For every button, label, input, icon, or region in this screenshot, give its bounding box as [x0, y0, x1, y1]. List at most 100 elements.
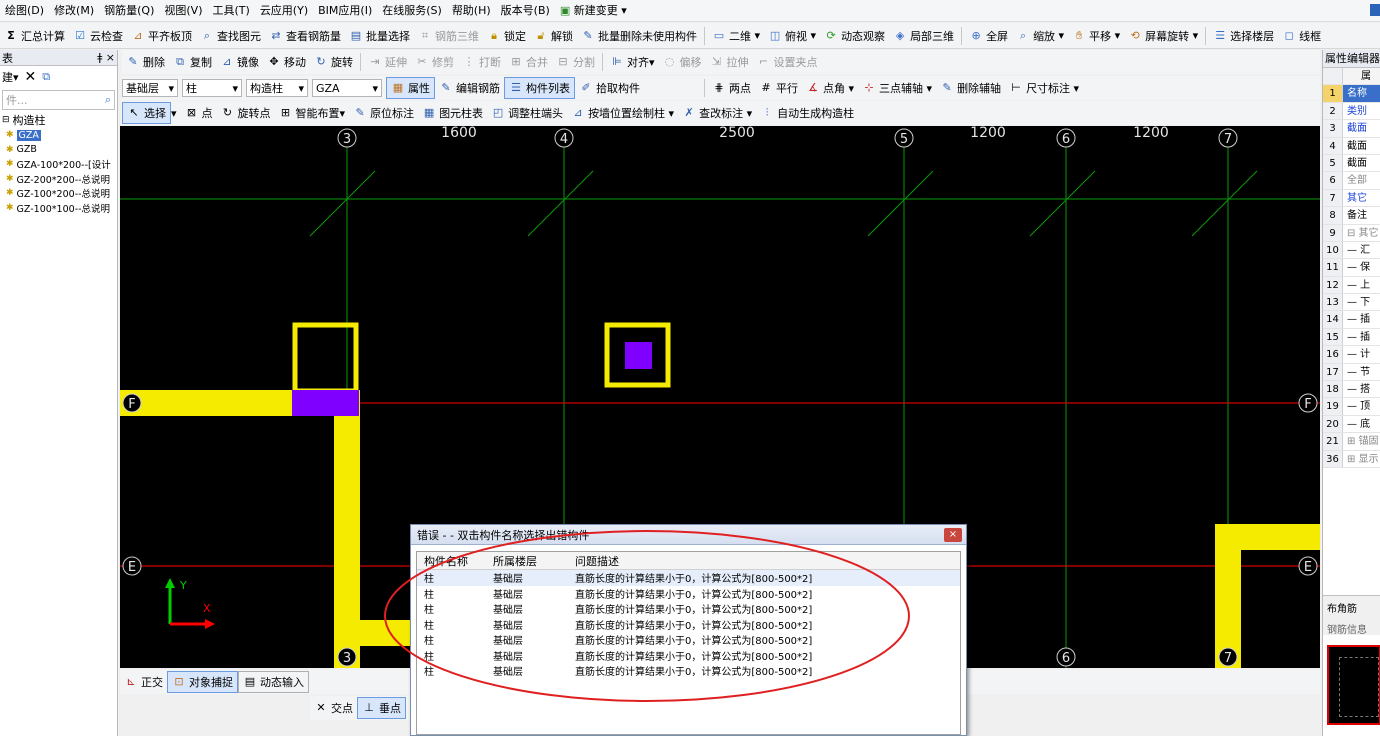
property-row[interactable]: 19— 顶 [1323, 398, 1380, 416]
screen-rotate-button[interactable]: ⟲ 屏幕旋转 ▾ [1124, 25, 1202, 47]
extend-button[interactable]: ⇥ 延伸 [364, 51, 411, 73]
check-label-button[interactable]: ✗ 查改标注 ▾ [678, 102, 756, 124]
property-row[interactable]: 5 截面 [1323, 154, 1380, 173]
menu-cloud[interactable]: 云应用(Y) [255, 0, 313, 21]
component-search-input[interactable]: 件... ⌕ [2, 90, 115, 110]
delete-axis-button[interactable]: ✎ 删除辅轴 [936, 77, 1005, 99]
zoom-button[interactable]: ⌕ 缩放 ▾ [1012, 25, 1068, 47]
tree-item-gza[interactable]: ✱ GZA [0, 128, 117, 143]
smart-layout-button[interactable]: ⊞ 智能布置 ▾ [275, 102, 350, 124]
tree-item[interactable]: ✱ GZ-200*200--总说明 [0, 172, 117, 187]
dynamic-orbit-button[interactable]: ⟳ 动态观察 [820, 25, 889, 47]
mirror-button[interactable]: ⊿ 镜像 [216, 51, 263, 73]
property-row[interactable]: 8 备注 [1323, 207, 1380, 225]
corner-rebar-tab[interactable]: 布角筋 [1323, 596, 1380, 615]
select-button[interactable]: ↖ 选择 [122, 102, 171, 124]
lock-button[interactable]: 🔒︎ 锁定 [483, 25, 530, 47]
component-select[interactable]: GZA ▾ [312, 79, 382, 97]
property-row[interactable]: 4 截面 [1323, 137, 1380, 155]
menu-tools[interactable]: 工具(T) [208, 0, 255, 21]
floor-select[interactable]: 基础层 ▾ [122, 79, 178, 97]
in-place-label-button[interactable]: ✎ 原位标注 [349, 102, 418, 124]
tree-root[interactable]: ⊟ 构造柱 [0, 112, 117, 128]
select-floor-button[interactable]: ☰ 选择楼层 [1209, 25, 1278, 47]
sum-calc-button[interactable]: Σ 汇总计算 [0, 25, 69, 47]
rebar-3d-button[interactable]: ⌗ 钢筋三维 [414, 25, 483, 47]
column-table-button[interactable]: ▦ 图元柱表 [418, 102, 487, 124]
copy-button[interactable]: ⧉ 复制 [169, 51, 216, 73]
menu-view[interactable]: 视图(V) [159, 0, 207, 21]
intersection-snap[interactable]: ✕ 交点 [310, 697, 357, 719]
parallel-button[interactable]: # 平行 [755, 77, 802, 99]
adjust-column-end-button[interactable]: ◰ 调整柱端头 [487, 102, 567, 124]
set-grip-button[interactable]: ⌐ 设置夹点 [753, 51, 822, 73]
fullscreen-button[interactable]: ⊕ 全屏 [965, 25, 1012, 47]
property-row[interactable]: 20— 底 [1323, 415, 1380, 434]
tree-item[interactable]: ✱ GZA-100*200--[设计 [0, 157, 117, 172]
chevron-down-icon[interactable]: ▾ [171, 107, 177, 120]
property-row[interactable]: 2 类别 [1323, 102, 1380, 121]
rotate-button[interactable]: ↻ 旋转 [310, 51, 357, 73]
copy-icon[interactable]: ⧉ [42, 70, 50, 84]
tree-item[interactable]: ✱ GZ-100*200--总说明 [0, 186, 117, 201]
auto-generate-column-button[interactable]: ⫶ 自动生成构造柱 [756, 102, 858, 124]
menu-online[interactable]: 在线服务(S) [377, 0, 447, 21]
move-button[interactable]: ✥ 移动 [263, 51, 310, 73]
view-2d-button[interactable]: ▭ 二维 ▾ [708, 25, 764, 47]
property-row[interactable]: 10— 汇 [1323, 241, 1380, 260]
two-point-button[interactable]: ⋕ 两点 [708, 77, 755, 99]
property-row[interactable]: 18— 搭 [1323, 381, 1380, 399]
wireframe-button[interactable]: ◻ 线框 [1278, 25, 1325, 47]
wall-segment[interactable] [1215, 524, 1241, 668]
align-slab-top-button[interactable]: ⊿ 平齐板顶 [127, 25, 196, 47]
menu-rebar[interactable]: 钢筋量(Q) [99, 0, 159, 21]
property-row[interactable]: 9 ⊟ 其它 [1323, 224, 1380, 242]
component-list-button[interactable]: ☰ 构件列表 [504, 77, 575, 99]
offset-button[interactable]: ◌ 偏移 [659, 51, 706, 73]
search-icon[interactable]: ⌕ [105, 93, 111, 107]
pan-button[interactable]: ✋︎ 平移 ▾ [1068, 25, 1124, 47]
category-select[interactable]: 柱 ▾ [182, 79, 242, 97]
property-row[interactable]: 14— 插 [1323, 311, 1380, 329]
delete-button[interactable]: ✎ 删除 [122, 51, 169, 73]
tree-item[interactable]: ✱ GZ-100*100--总说明 [0, 201, 117, 216]
property-row[interactable]: 6 全部 [1323, 172, 1380, 190]
close-icon[interactable]: × [944, 527, 962, 542]
batch-delete-unused-button[interactable]: ✎ 批量删除未使用构件 [577, 25, 701, 47]
trim-button[interactable]: ✂ 修剪 [411, 51, 458, 73]
menu-bim[interactable]: BIM应用(I) [313, 0, 377, 21]
break-button[interactable]: ⋮ 打断 [458, 51, 505, 73]
column-gza[interactable] [625, 342, 652, 369]
property-row[interactable]: 16— 计 [1323, 346, 1380, 364]
window-restore-icon[interactable] [1370, 4, 1380, 16]
local-3d-button[interactable]: ◈ 局部三维 [889, 25, 958, 47]
delete-icon[interactable]: ✕ [25, 69, 37, 85]
rotate-point-button[interactable]: ↻ 旋转点 [217, 102, 275, 124]
type-select[interactable]: 构造柱 ▾ [246, 79, 308, 97]
view-rebar-qty-button[interactable]: ⇄ 查看钢筋量 [265, 25, 345, 47]
tree-item-gzb[interactable]: ✱ GZB [0, 143, 117, 158]
top-view-button[interactable]: ◫ 俯视 ▾ [764, 25, 820, 47]
point-button[interactable]: ⊠ 点 [181, 102, 217, 124]
rebar-info-tab[interactable]: 钢筋信息 [1323, 615, 1380, 636]
property-row[interactable]: 11— 保 [1323, 259, 1380, 277]
find-element-button[interactable]: ⌕ 查找图元 [196, 25, 265, 47]
property-row[interactable]: 21 ⊞ 锚固 [1323, 433, 1380, 451]
property-row[interactable]: 7 其它 [1323, 189, 1380, 208]
menu-help[interactable]: 帮助(H) [447, 0, 496, 21]
property-row[interactable]: 3 截面 [1323, 120, 1380, 138]
split-button[interactable]: ⊟ 分割 [552, 51, 599, 73]
merge-button[interactable]: ⊞ 合并 [505, 51, 552, 73]
draw-by-wall-button[interactable]: ⊿ 按墙位置绘制柱 ▾ [567, 102, 678, 124]
property-row[interactable]: 17— 节 [1323, 363, 1380, 382]
property-row[interactable]: 1 名称 [1323, 85, 1380, 103]
align-button[interactable]: ⊫ 对齐 ▾ [606, 51, 659, 73]
menu-version[interactable]: 版本号(B) [496, 0, 555, 21]
edit-rebar-button[interactable]: ✎ 编辑钢筋 [435, 77, 504, 99]
three-point-axis-button[interactable]: ⊹ 三点辅轴 ▾ [858, 77, 936, 99]
menu-draw[interactable]: 绘图(D) [0, 0, 49, 21]
cloud-check-button[interactable]: ☑ 云检查 [69, 25, 127, 47]
menu-modify[interactable]: 修改(M) [49, 0, 99, 21]
ortho-toggle[interactable]: ⊾ 正交 [120, 671, 167, 693]
property-row[interactable]: 15— 插 [1323, 328, 1380, 347]
